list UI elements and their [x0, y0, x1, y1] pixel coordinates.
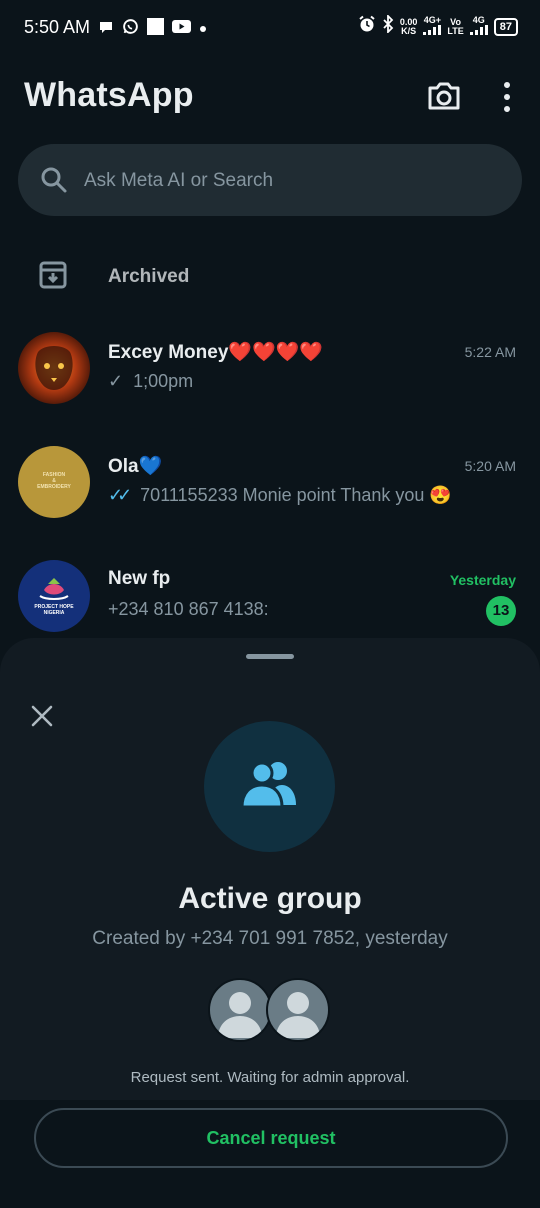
- search-icon: [40, 166, 68, 199]
- signal-bars-icon: [469, 25, 488, 35]
- avatar-logo-text: PROJECT HOPE NIGERIA: [18, 604, 90, 616]
- unread-count-badge: 13: [486, 596, 516, 626]
- sim2-type: 4G: [472, 15, 485, 25]
- chat-time: Yesterday: [449, 572, 516, 588]
- group-created-info: Created by +234 701 991 7852, yesterday: [92, 928, 448, 949]
- net-speed-unit: K/S: [401, 25, 417, 36]
- member-avatar: [208, 978, 272, 1042]
- volte-bottom: LTE: [447, 25, 464, 36]
- chat-last-message: +234 810 867 4138:: [108, 599, 269, 619]
- menu-dot: [504, 106, 510, 112]
- chat-bubble-icon: [98, 19, 114, 40]
- alarm-icon: [358, 15, 376, 38]
- single-tick-icon: ✓: [108, 371, 124, 391]
- sim1-signal: 4G+: [423, 15, 442, 37]
- archived-row[interactable]: Archived: [0, 246, 540, 306]
- status-time: 5:50 AM: [24, 17, 91, 37]
- more-notifications-dot-icon: [199, 20, 207, 38]
- archived-label: Archived: [108, 266, 190, 287]
- whatsapp-icon: [122, 18, 139, 40]
- default-person-icon: [218, 992, 262, 1038]
- notification-icons: [98, 18, 207, 40]
- cancel-request-button[interactable]: Cancel request: [34, 1108, 508, 1168]
- project-hope-logo-image: [39, 578, 69, 600]
- member-avatars: [208, 978, 332, 1042]
- chat-message-text: 7011155233 Monie point Thank you 😍: [140, 485, 452, 505]
- avatar[interactable]: [18, 332, 90, 404]
- chat-message-text: 1;00pm: [133, 371, 194, 391]
- default-person-icon: [276, 992, 320, 1038]
- request-status-text: Request sent. Waiting for admin approval…: [130, 1069, 410, 1086]
- archive-icon: [38, 260, 68, 295]
- chat-time: 5:22 AM: [464, 344, 516, 360]
- close-icon: [31, 705, 53, 727]
- bluetooth-icon: [382, 13, 394, 38]
- member-avatar: [266, 978, 330, 1042]
- chat-name: Ola💙: [108, 456, 163, 477]
- sheet-footer: Cancel request: [0, 1100, 540, 1208]
- sim2-signal: 4G: [469, 15, 488, 37]
- close-button[interactable]: [30, 704, 54, 728]
- group-invite-sheet: Active group Created by +234 701 991 785…: [0, 638, 540, 1208]
- chat-time: 5:20 AM: [464, 458, 516, 474]
- volte-indicator: Vo LTE: [447, 17, 464, 36]
- menu-dot: [504, 82, 510, 88]
- avatar-logo-text: FASHION & EMBROIDERY: [18, 472, 90, 490]
- app-title: WhatsApp: [24, 76, 194, 114]
- system-icons: 0.00 K/S 4G+ Vo LTE 4G 87: [358, 13, 518, 38]
- group-name: Active group: [178, 882, 362, 915]
- search-bar[interactable]: Ask Meta AI or Search: [18, 144, 522, 216]
- sheet-drag-handle[interactable]: [246, 654, 294, 659]
- avatar-text-line: NIGERIA: [43, 610, 65, 616]
- double-tick-read-icon: ✓✓: [108, 485, 132, 505]
- group-avatar: [204, 721, 335, 852]
- square-app-icon: [147, 18, 164, 40]
- signal-bars-icon: [423, 25, 442, 35]
- chat-row[interactable]: Excey Money❤️❤️❤️❤️ ✓ 1;00pm 5:22 AM: [0, 332, 540, 446]
- lion-fire-avatar-image: [18, 332, 90, 404]
- battery-indicator: 87: [493, 17, 518, 36]
- net-speed: 0.00 K/S: [400, 17, 418, 36]
- avatar[interactable]: PROJECT HOPE NIGERIA: [18, 560, 90, 632]
- chat-last-message: ✓✓ 7011155233 Monie point Thank you 😍: [108, 485, 452, 506]
- chat-name: Excey Money❤️❤️❤️❤️: [108, 342, 324, 363]
- menu-dot: [504, 94, 510, 100]
- chat-name: New fp: [108, 568, 171, 589]
- camera-button[interactable]: [426, 80, 462, 112]
- status-bar: 5:50 AM 0.00 K/S 4G+ Vo LTE 4G 87: [0, 0, 540, 54]
- sim1-type: 4G+: [423, 15, 442, 25]
- camera-icon: [428, 82, 460, 110]
- youtube-icon: [172, 19, 191, 39]
- chat-row[interactable]: FASHION & EMBROIDERY Ola💙 ✓✓ 7011155233 M…: [0, 446, 540, 560]
- more-options-button[interactable]: [500, 82, 514, 112]
- chat-last-message: ✓ 1;00pm: [108, 371, 193, 392]
- search-placeholder: Ask Meta AI or Search: [84, 170, 274, 191]
- avatar[interactable]: FASHION & EMBROIDERY: [18, 446, 90, 518]
- group-icon: [240, 761, 296, 809]
- avatar-text-line: EMBROIDERY: [37, 484, 71, 490]
